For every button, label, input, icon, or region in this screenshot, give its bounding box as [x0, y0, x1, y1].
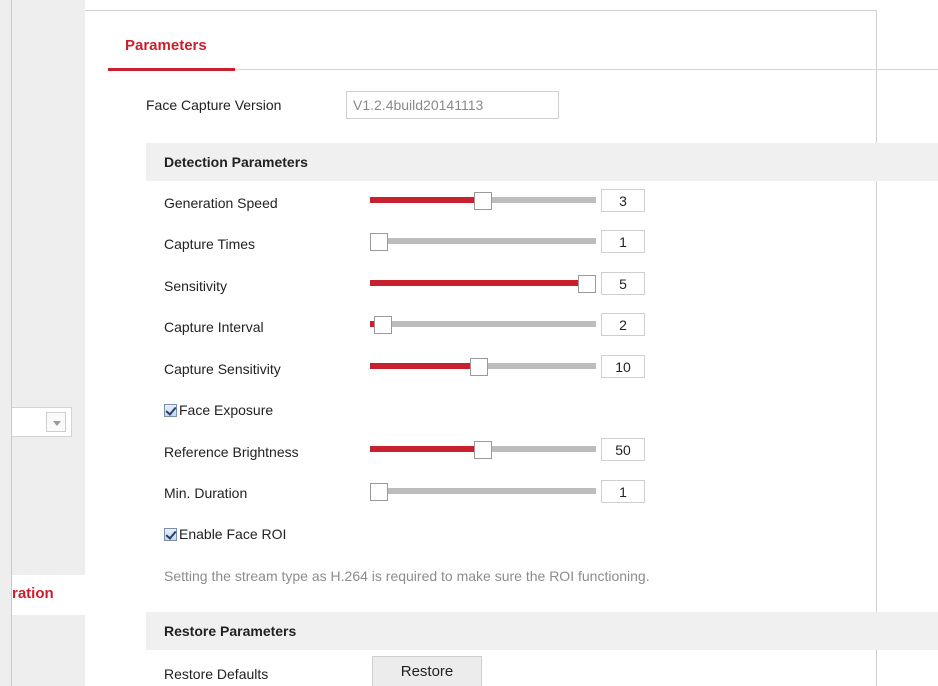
min-duration-value[interactable]: 1	[601, 480, 645, 503]
sensitivity-slider[interactable]	[370, 275, 596, 293]
chevron-down-icon[interactable]	[46, 412, 66, 432]
capture-sensitivity-slider[interactable]	[370, 358, 596, 376]
capture-interval-value[interactable]: 2	[601, 313, 645, 336]
min-duration-slider[interactable]	[370, 483, 596, 501]
slider-thumb[interactable]	[370, 483, 388, 501]
detection-parameters-header: Detection Parameters	[146, 143, 938, 181]
face-exposure-label: Face Exposure	[179, 402, 274, 418]
tab-divider	[235, 69, 938, 70]
generation-speed-label: Generation Speed	[164, 195, 278, 211]
restore-parameters-header: Restore Parameters	[146, 612, 938, 650]
capture-times-slider[interactable]	[370, 233, 596, 251]
enable-face-roi-label: Enable Face ROI	[179, 526, 287, 542]
min-duration-label: Min. Duration	[164, 485, 248, 501]
slider-track	[370, 488, 596, 494]
generation-speed-slider[interactable]	[370, 192, 596, 210]
capture-sensitivity-label: Capture Sensitivity	[164, 361, 281, 377]
slider-thumb[interactable]	[578, 275, 596, 293]
left-dropdown[interactable]	[12, 407, 72, 437]
capture-interval-label: Capture Interval	[164, 319, 264, 335]
left-panel-edge	[0, 0, 12, 686]
slider-thumb[interactable]	[370, 233, 388, 251]
tab-active-underline	[108, 68, 235, 71]
reference-brightness-label: Reference Brightness	[164, 444, 299, 460]
tab-parameters[interactable]: Parameters	[108, 37, 235, 71]
reference-brightness-slider[interactable]	[370, 441, 596, 459]
capture-times-value[interactable]: 1	[601, 230, 645, 253]
sidebar-item-active[interactable]: ration	[12, 575, 85, 615]
slider-track	[370, 321, 596, 327]
reference-brightness-value[interactable]: 50	[601, 438, 645, 461]
slider-fill	[370, 197, 483, 203]
face-exposure-checkbox[interactable]	[164, 404, 177, 417]
restore-button[interactable]: Restore	[372, 656, 482, 686]
slider-track	[370, 238, 596, 244]
sensitivity-label: Sensitivity	[164, 278, 228, 294]
roi-hint-text: Setting the stream type as H.264 is requ…	[164, 568, 650, 584]
tab-label: Parameters	[125, 37, 207, 54]
capture-interval-slider[interactable]	[370, 316, 596, 334]
face-capture-version-label: Face Capture Version	[146, 97, 282, 113]
section-title: Restore Parameters	[164, 623, 297, 639]
section-title: Detection Parameters	[164, 154, 308, 170]
slider-thumb[interactable]	[474, 192, 492, 210]
capture-times-label: Capture Times	[164, 236, 256, 252]
generation-speed-value[interactable]: 3	[601, 189, 645, 212]
slider-fill	[370, 446, 483, 452]
face-capture-version-field: V1.2.4build20141113	[346, 91, 559, 119]
capture-sensitivity-value[interactable]: 10	[601, 355, 645, 378]
restore-defaults-label: Restore Defaults	[164, 666, 269, 682]
slider-thumb[interactable]	[374, 316, 392, 334]
enable-face-roi-checkbox[interactable]	[164, 528, 177, 541]
slider-thumb[interactable]	[474, 441, 492, 459]
slider-thumb[interactable]	[470, 358, 488, 376]
slider-fill	[370, 363, 479, 369]
sidebar-item-label: ration	[12, 585, 54, 602]
slider-fill	[370, 280, 587, 286]
sensitivity-value[interactable]: 5	[601, 272, 645, 295]
